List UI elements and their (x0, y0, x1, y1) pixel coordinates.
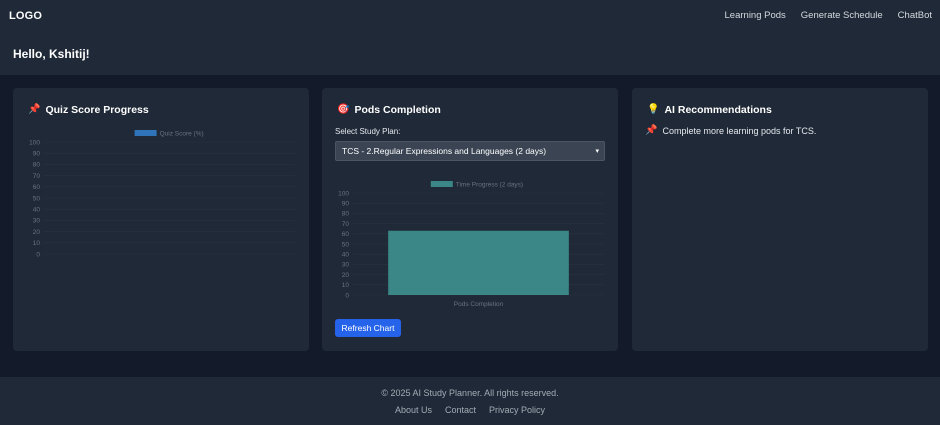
y-tick-label: 50 (342, 241, 350, 248)
footer: © 2025 AI Study Planner. All rights rese… (0, 377, 940, 425)
copyright-text: © 2025 AI Study Planner. All rights rese… (381, 388, 559, 398)
bar (388, 230, 569, 295)
quiz-score-card: 📌 Quiz Score Progress Quiz Score (%) 0 10 2… (13, 88, 309, 351)
quiz-card-title: Quiz Score Progress (45, 104, 149, 116)
y-tick-label: 70 (342, 221, 350, 228)
pods-completion-card: 🎯 Pods Completion Select Study Plan: TCS… (322, 88, 618, 351)
study-plan-selected-value: TCS - 2.Regular Expressions and Language… (342, 146, 547, 156)
y-tick-label: 100 (29, 139, 40, 146)
nav-link-generate-schedule[interactable]: Generate Schedule (801, 10, 883, 21)
pushpin-icon: 📌 (645, 125, 658, 136)
footer-link-about-us[interactable]: About Us (395, 405, 432, 415)
pushpin-icon: 📌 (28, 104, 41, 115)
y-tick-label: 90 (33, 151, 41, 158)
nav-link-chatbot[interactable]: ChatBot (898, 10, 932, 21)
nav-links: Learning Pods Generate Schedule ChatBot (725, 10, 932, 21)
y-tick-label: 20 (33, 229, 41, 236)
legend-label: Time Progress (2 days) (456, 181, 523, 188)
y-tick-label: 0 (36, 251, 40, 258)
y-tick-label: 10 (33, 240, 41, 247)
y-tick-label: 10 (342, 282, 350, 289)
footer-link-contact[interactable]: Contact (445, 405, 476, 415)
chevron-down-icon: ▾ (595, 148, 599, 155)
greeting-bar: Hello, Kshitij! (0, 32, 940, 75)
y-tick-label: 70 (33, 173, 41, 180)
logo[interactable]: LOGO (9, 10, 42, 22)
recommendation-item: 📌 Complete more learning pods for TCS. (645, 125, 817, 137)
study-plan-label: Select Study Plan: (335, 127, 401, 136)
footer-links: About Us Contact Privacy Policy (0, 405, 940, 415)
ai-card-title: AI Recommendations (664, 104, 772, 116)
y-tick-label: 0 (345, 292, 349, 299)
ai-card-header: 💡 AI Recommendations (647, 104, 772, 116)
pods-card-header: 🎯 Pods Completion (337, 104, 441, 116)
y-tick-label: 60 (342, 231, 350, 238)
y-tick-label: 100 (338, 190, 349, 197)
study-plan-select[interactable]: TCS - 2.Regular Expressions and Language… (335, 141, 605, 161)
legend-swatch (134, 130, 157, 136)
y-tick-label: 60 (33, 184, 41, 191)
y-tick-label: 90 (342, 201, 350, 208)
recommendation-text: Complete more learning pods for TCS. (662, 126, 817, 136)
navbar: LOGO Learning Pods Generate Schedule Cha… (0, 0, 940, 32)
lightbulb-icon: 💡 (647, 104, 660, 115)
y-tick-label: 40 (342, 252, 350, 259)
y-tick-label: 50 (33, 195, 41, 202)
y-tick-label: 80 (342, 211, 350, 218)
legend-label: Quiz Score (%) (160, 130, 204, 137)
pods-card-title: Pods Completion (354, 104, 441, 116)
quiz-score-chart: Quiz Score (%) 0 10 20 30 40 50 60 70 80 90 100 (29, 130, 295, 258)
x-tick-label: Pods Completion (454, 301, 504, 308)
y-tick-label: 80 (33, 162, 41, 169)
quiz-card-header: 📌 Quiz Score Progress (28, 104, 149, 116)
target-icon: 🎯 (337, 104, 350, 115)
ai-recommendations-card: 💡 AI Recommendations 📌 Complete more lea… (632, 88, 928, 351)
y-tick-label: 20 (342, 272, 350, 279)
pods-completion-chart: Time Progress (2 days) 0 10 20 30 40 50 60 70 80 9… (338, 181, 604, 308)
y-tick-label: 40 (33, 207, 41, 214)
refresh-chart-button[interactable]: Refresh Chart (335, 319, 401, 337)
y-tick-label: 30 (33, 218, 41, 225)
legend-swatch (430, 181, 453, 187)
nav-link-learning-pods[interactable]: Learning Pods (725, 10, 786, 21)
y-tick-label: 30 (342, 262, 350, 269)
greeting-text: Hello, Kshitij! (13, 47, 90, 61)
footer-link-privacy-policy[interactable]: Privacy Policy (489, 405, 545, 415)
